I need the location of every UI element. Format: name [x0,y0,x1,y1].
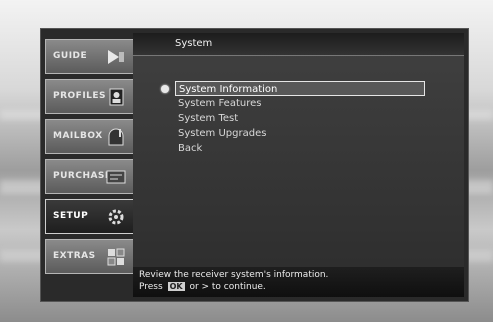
tab-setup[interactable]: SETUP [45,199,133,234]
tab-guide-label: GUIDE [53,51,88,61]
help-line-1: Review the receiver system's information… [139,270,329,280]
tab-guide[interactable]: GUIDE [45,39,133,74]
tab-mailbox-label: MAILBOX [53,131,103,141]
selection-bullet-icon [161,85,169,93]
tab-extras[interactable]: EXTRAS [45,239,133,274]
menu-item-back[interactable]: Back [175,141,425,156]
setup-icon [108,209,124,225]
purchase-icon [106,170,126,184]
help-line-2: Press OK or > to continue. [139,282,266,292]
help-bar: Review the receiver system's information… [133,267,464,297]
menu-item-system-features[interactable]: System Features [175,96,425,111]
arrow-right-icon [108,50,124,64]
panel-title: System [175,38,213,49]
tab-mailbox[interactable]: MAILBOX [45,119,133,154]
help-press-text: Press [139,282,163,292]
ok-key-badge: OK [167,282,185,291]
sidebar: GUIDE PROFILES MAILBOX PURCHASES SETUP E… [45,33,133,297]
menu-item-system-test[interactable]: System Test [175,111,425,126]
menu-item-system-upgrades[interactable]: System Upgrades [175,126,425,141]
tab-setup-label: SETUP [53,211,89,221]
system-panel: System System Information System Feature… [133,33,464,297]
mailbox-icon [108,128,124,146]
tab-extras-label: EXTRAS [53,251,96,261]
panel-titlebar: System [133,33,464,56]
tab-profiles[interactable]: PROFILES [45,79,133,114]
tab-purchases[interactable]: PURCHASES [45,159,133,194]
menu-item-system-information[interactable]: System Information [175,81,425,96]
profile-icon [109,88,124,106]
tab-profiles-label: PROFILES [53,91,107,101]
help-continue-text: or > to continue. [189,282,266,292]
system-menu: System Information System Features Syste… [175,81,425,156]
tv-guide-screen: GUIDE PROFILES MAILBOX PURCHASES SETUP E… [40,28,469,302]
extras-icon [107,248,125,266]
